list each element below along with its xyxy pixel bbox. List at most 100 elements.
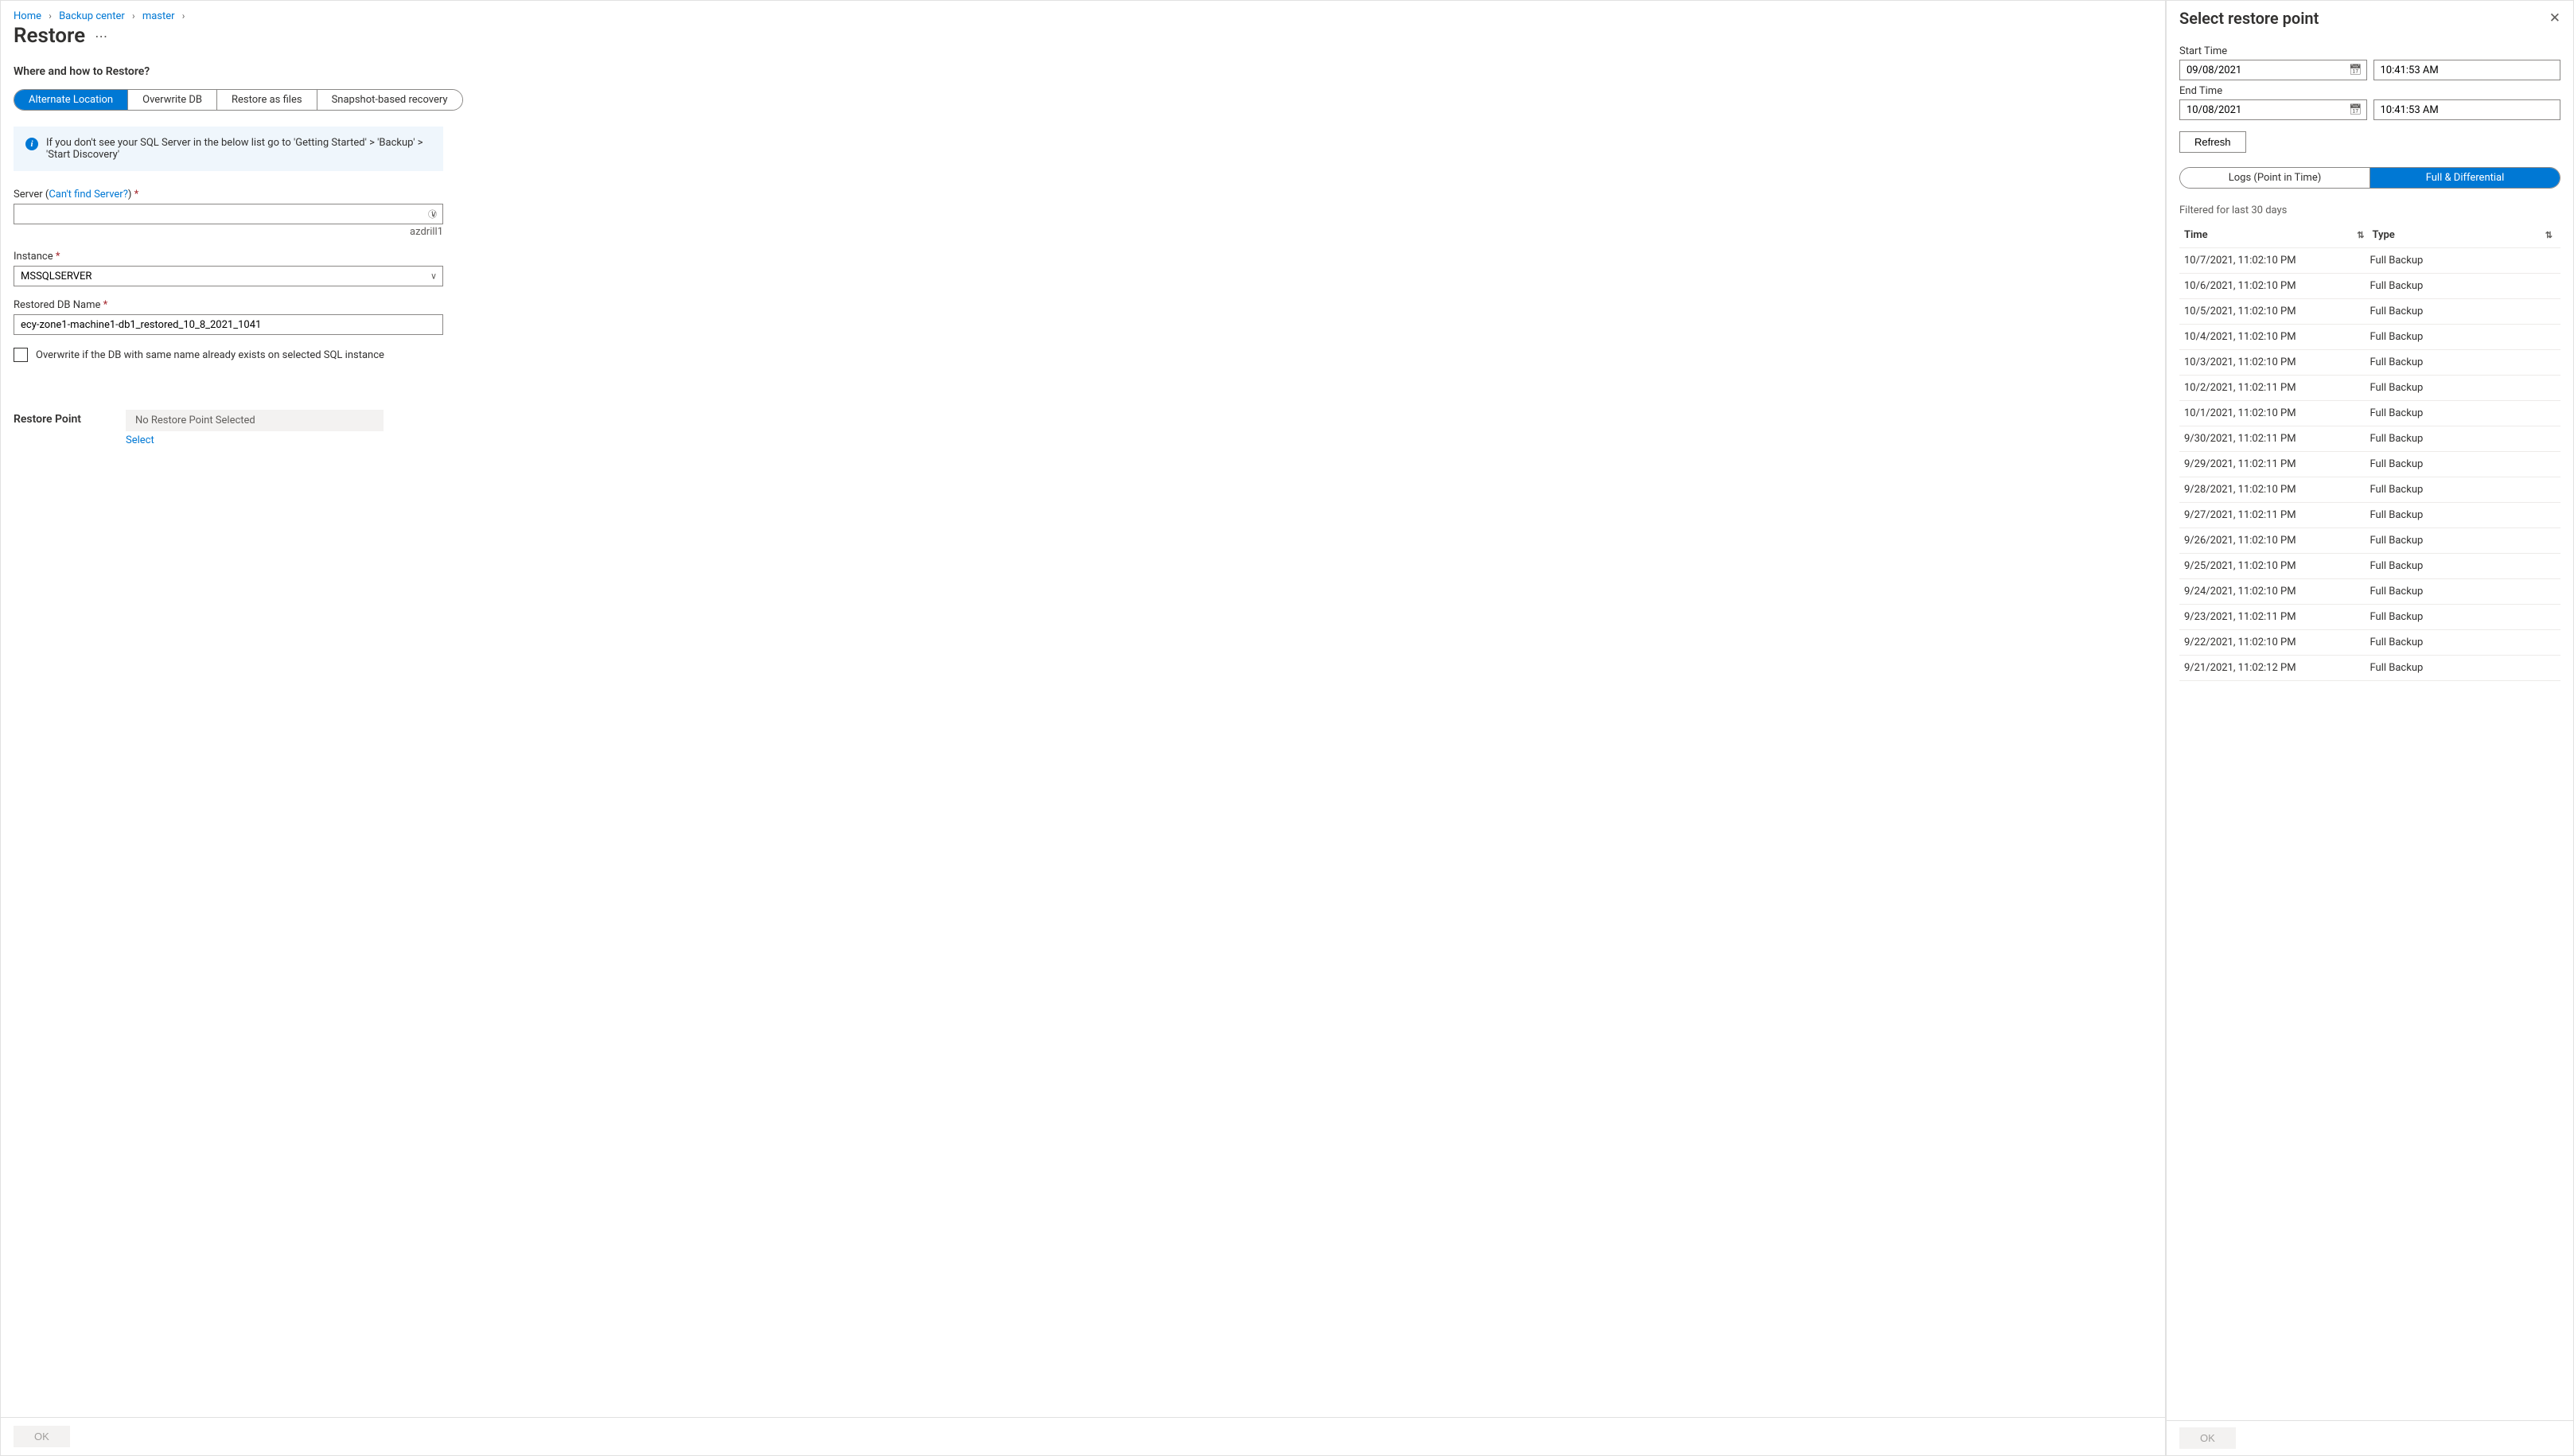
cell-type: Full Backup <box>2370 331 2556 343</box>
table-row[interactable]: 9/30/2021, 11:02:11 PMFull Backup <box>2179 426 2560 452</box>
cell-time: 10/6/2021, 11:02:10 PM <box>2184 280 2370 292</box>
cell-time: 9/30/2021, 11:02:11 PM <box>2184 433 2370 445</box>
table-row[interactable]: 10/4/2021, 11:02:10 PMFull Backup <box>2179 325 2560 350</box>
chevron-right-icon: › <box>182 10 185 21</box>
start-time-label: Start Time <box>2179 45 2560 57</box>
main-footer: OK <box>1 1417 2165 1455</box>
cell-time: 10/3/2021, 11:02:10 PM <box>2184 356 2370 368</box>
table-row[interactable]: 9/25/2021, 11:02:10 PMFull Backup <box>2179 554 2560 579</box>
tab-overwrite-db[interactable]: Overwrite DB <box>127 90 216 110</box>
col-type[interactable]: Type <box>2373 229 2395 241</box>
table-row[interactable]: 10/2/2021, 11:02:11 PMFull Backup <box>2179 376 2560 401</box>
filter-note: Filtered for last 30 days <box>2179 204 2560 216</box>
cant-find-server-link[interactable]: Can't find Server? <box>49 189 128 200</box>
cell-type: Full Backup <box>2370 382 2556 394</box>
tab-snapshot-recovery[interactable]: Snapshot-based recovery <box>317 90 462 110</box>
breadcrumb: Home › Backup center › master › <box>14 10 2152 22</box>
tab-logs-pit[interactable]: Logs (Point in Time) <box>2180 168 2370 188</box>
cell-type: Full Backup <box>2370 637 2556 648</box>
start-time-input[interactable] <box>2373 60 2561 80</box>
cell-type: Full Backup <box>2370 484 2556 496</box>
end-date-input[interactable] <box>2179 99 2367 120</box>
info-text: If you don't see your SQL Server in the … <box>46 137 431 161</box>
info-icon: i <box>25 138 38 150</box>
table-row[interactable]: 9/22/2021, 11:02:10 PMFull Backup <box>2179 630 2560 656</box>
ok-button: OK <box>14 1426 70 1447</box>
start-date-input[interactable] <box>2179 60 2367 80</box>
restore-points-table-body: 10/7/2021, 11:02:10 PMFull Backup10/6/20… <box>2179 248 2560 681</box>
table-row[interactable]: 10/5/2021, 11:02:10 PMFull Backup <box>2179 299 2560 325</box>
table-row[interactable]: 10/7/2021, 11:02:10 PMFull Backup <box>2179 248 2560 274</box>
breadcrumb-home[interactable]: Home <box>14 10 41 22</box>
restore-mode-tabs: Alternate Location Overwrite DB Restore … <box>14 89 463 111</box>
server-helper: azdrill1 <box>14 226 443 238</box>
table-row[interactable]: 9/27/2021, 11:02:11 PMFull Backup <box>2179 503 2560 528</box>
instance-label: Instance * <box>14 251 443 263</box>
cell-time: 9/23/2021, 11:02:11 PM <box>2184 611 2370 623</box>
dbname-label: Restored DB Name * <box>14 299 443 311</box>
cell-type: Full Backup <box>2370 586 2556 598</box>
restore-point-type-tabs: Logs (Point in Time) Full & Differential <box>2179 167 2560 189</box>
server-label: Server (Can't find Server?) * <box>14 189 443 200</box>
main-pane: Home › Backup center › master › Restore … <box>1 1 2166 1455</box>
sort-icon[interactable]: ⇅ <box>2357 230 2364 240</box>
more-icon[interactable]: ⋯ <box>95 29 108 44</box>
tab-alternate-location[interactable]: Alternate Location <box>14 90 127 110</box>
breadcrumb-backup-center[interactable]: Backup center <box>59 10 125 22</box>
chevron-right-icon: › <box>132 10 135 21</box>
table-row[interactable]: 9/29/2021, 11:02:11 PMFull Backup <box>2179 452 2560 477</box>
table-row[interactable]: 9/26/2021, 11:02:10 PMFull Backup <box>2179 528 2560 554</box>
cell-type: Full Backup <box>2370 509 2556 521</box>
cell-type: Full Backup <box>2370 433 2556 445</box>
cell-time: 9/22/2021, 11:02:10 PM <box>2184 637 2370 648</box>
cell-type: Full Backup <box>2370 662 2556 674</box>
cell-time: 9/25/2021, 11:02:10 PM <box>2184 560 2370 572</box>
overwrite-checkbox[interactable] <box>14 348 28 362</box>
tab-restore-as-files[interactable]: Restore as files <box>216 90 317 110</box>
cell-time: 10/2/2021, 11:02:11 PM <box>2184 382 2370 394</box>
chevron-right-icon: › <box>49 10 52 21</box>
refresh-button[interactable]: Refresh <box>2179 131 2246 153</box>
table-row[interactable]: 9/23/2021, 11:02:11 PMFull Backup <box>2179 605 2560 630</box>
cell-time: 9/26/2021, 11:02:10 PM <box>2184 535 2370 547</box>
cell-time: 10/7/2021, 11:02:10 PM <box>2184 255 2370 267</box>
select-restore-point-panel: Select restore point ✕ Start Time 📅︎ End… <box>2166 1 2573 1455</box>
cell-type: Full Backup <box>2370 280 2556 292</box>
instance-select[interactable] <box>14 266 443 286</box>
table-row[interactable]: 9/28/2021, 11:02:10 PMFull Backup <box>2179 477 2560 503</box>
panel-title: Select restore point <box>2179 9 2319 28</box>
cell-type: Full Backup <box>2370 560 2556 572</box>
tab-full-differential[interactable]: Full & Differential <box>2370 168 2560 188</box>
table-row[interactable]: 10/1/2021, 11:02:10 PMFull Backup <box>2179 401 2560 426</box>
info-box: i If you don't see your SQL Server in th… <box>14 127 443 171</box>
cell-time: 9/27/2021, 11:02:11 PM <box>2184 509 2370 521</box>
cell-time: 9/21/2021, 11:02:12 PM <box>2184 662 2370 674</box>
restore-points-table-header: Time ⇅ Type ⇅ <box>2179 223 2560 248</box>
cell-type: Full Backup <box>2370 306 2556 317</box>
section-heading: Where and how to Restore? <box>14 65 2152 78</box>
close-icon[interactable]: ✕ <box>2549 10 2560 26</box>
breadcrumb-master[interactable]: master <box>142 10 175 22</box>
table-row[interactable]: 10/6/2021, 11:02:10 PMFull Backup <box>2179 274 2560 299</box>
table-row[interactable]: 10/3/2021, 11:02:10 PMFull Backup <box>2179 350 2560 376</box>
cell-type: Full Backup <box>2370 255 2556 267</box>
cell-time: 10/4/2021, 11:02:10 PM <box>2184 331 2370 343</box>
restore-point-select-link[interactable]: Select <box>126 434 154 446</box>
cell-type: Full Backup <box>2370 611 2556 623</box>
sort-icon[interactable]: ⇅ <box>2545 230 2553 240</box>
col-time[interactable]: Time <box>2184 229 2208 241</box>
server-select[interactable] <box>14 204 443 224</box>
dbname-input[interactable] <box>14 314 443 335</box>
overwrite-checkbox-label: Overwrite if the DB with same name alrea… <box>36 349 384 361</box>
end-time-input[interactable] <box>2373 99 2561 120</box>
page-title: Restore <box>14 24 85 48</box>
end-time-label: End Time <box>2179 85 2560 97</box>
cell-time: 10/1/2021, 11:02:10 PM <box>2184 407 2370 419</box>
restore-point-status: No Restore Point Selected <box>126 410 384 431</box>
cell-type: Full Backup <box>2370 535 2556 547</box>
table-row[interactable]: 9/21/2021, 11:02:12 PMFull Backup <box>2179 656 2560 681</box>
restore-point-label: Restore Point <box>14 410 81 426</box>
cell-type: Full Backup <box>2370 458 2556 470</box>
panel-footer: OK <box>2167 1420 2573 1455</box>
table-row[interactable]: 9/24/2021, 11:02:10 PMFull Backup <box>2179 579 2560 605</box>
